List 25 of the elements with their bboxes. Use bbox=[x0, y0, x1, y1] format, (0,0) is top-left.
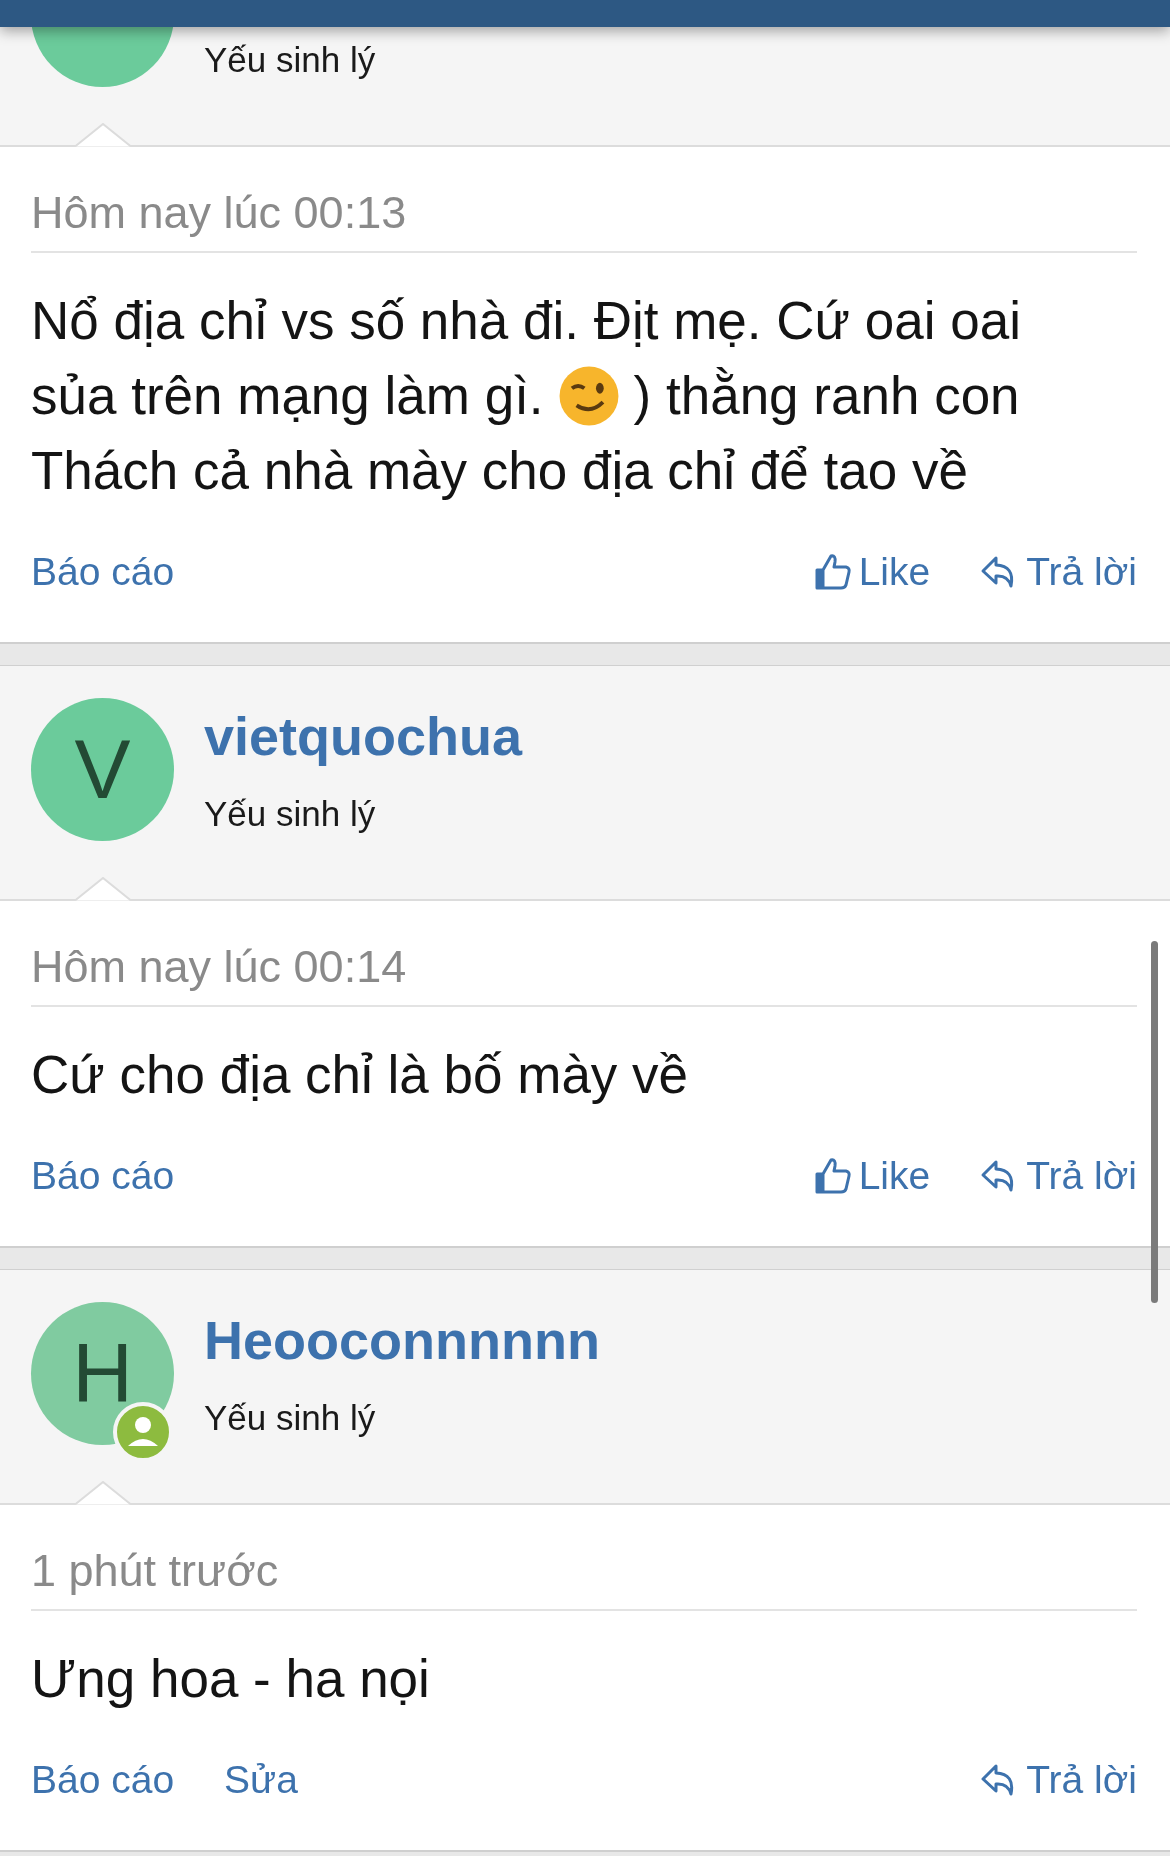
post-time: Hôm nay lúc 00:13 bbox=[31, 187, 1137, 253]
wink-emoji-icon bbox=[557, 364, 620, 427]
user-title: Yếu sinh lý bbox=[204, 39, 376, 81]
post-text: Ưng hoa - ha nọi bbox=[31, 1648, 430, 1710]
username[interactable]: Heooconnnnnn bbox=[204, 1309, 600, 1371]
report-link[interactable]: Báo cáo bbox=[31, 1758, 175, 1802]
edit-link[interactable]: Sửa bbox=[224, 1758, 298, 1802]
user-title: Yếu sinh lý bbox=[204, 793, 377, 835]
post-text: sủa trên mạng làm gì. bbox=[31, 365, 544, 427]
post-text: Cứ cho địa chỉ là bố mày về bbox=[31, 1044, 689, 1106]
user-title: Yếu sinh lý bbox=[204, 1397, 377, 1439]
post-text: Nổ địa chỉ vs số nhà đi. Địt mẹ. Cứ oai oai bbox=[31, 290, 1021, 352]
avatar[interactable]: V bbox=[31, 698, 174, 841]
like-link[interactable]: Like bbox=[812, 1154, 931, 1198]
post-text: Thách cả nhà mày cho địa chỉ để tao về bbox=[31, 440, 968, 502]
reply-link[interactable]: Trả lời bbox=[980, 1758, 1137, 1802]
like-link[interactable]: Like bbox=[812, 550, 931, 594]
post-text: ) thằng ranh con bbox=[633, 365, 1020, 427]
report-link[interactable]: Báo cáo bbox=[31, 550, 175, 594]
post-time: 1 phút trước bbox=[31, 1545, 1137, 1611]
report-link[interactable]: Báo cáo bbox=[31, 1154, 175, 1198]
post-time: Hôm nay lúc 00:14 bbox=[31, 941, 1137, 1007]
username[interactable]: vietquochua bbox=[204, 705, 523, 767]
reply-link[interactable]: Trả lời bbox=[980, 1154, 1137, 1198]
reply-link[interactable]: Trả lời bbox=[980, 550, 1137, 594]
